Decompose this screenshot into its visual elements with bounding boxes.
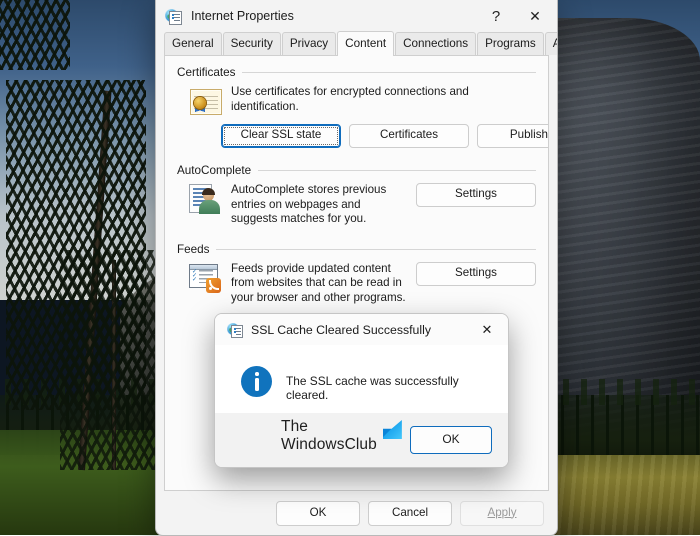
- clear-ssl-state-button[interactable]: Clear SSL state: [221, 124, 341, 148]
- tab-general[interactable]: General: [164, 32, 222, 55]
- dialog-close-icon[interactable]: ✕: [466, 314, 508, 345]
- feeds-group-body: ✓ ✓ ✓ Feeds provide updated content from w…: [177, 260, 536, 306]
- watermark-line1: The: [281, 418, 309, 435]
- ok-button[interactable]: OK: [276, 500, 360, 526]
- dialog-footer: The WindowsClub OK: [215, 413, 508, 467]
- tab-security[interactable]: Security: [222, 32, 281, 55]
- feeds-settings-button[interactable]: Settings: [416, 261, 536, 286]
- autocomplete-group-header: AutoComplete: [177, 164, 536, 177]
- certificates-group-title: Certificates: [177, 66, 236, 79]
- autocomplete-settings-button[interactable]: Settings: [416, 183, 536, 207]
- certificates-group-body: Use certificates for encrypted connectio…: [177, 83, 536, 117]
- information-icon: [241, 366, 272, 397]
- watermark-line2: WindowsClub: [281, 436, 377, 453]
- certificates-group-header: Certificates: [177, 66, 536, 79]
- group-divider: [216, 248, 536, 250]
- feeds-group-title: Feeds: [177, 242, 210, 256]
- ssl-cache-cleared-dialog: SSL Cache Cleared Successfully ✕ The SSL…: [214, 313, 509, 468]
- globe-document-icon: [165, 8, 182, 25]
- certificate-icon: [189, 85, 222, 117]
- certificates-button[interactable]: Certificates: [349, 124, 469, 148]
- windowsclub-logo-icon: [382, 420, 402, 439]
- close-icon[interactable]: ✕: [513, 0, 557, 32]
- cancel-button[interactable]: Cancel: [368, 500, 452, 526]
- tab-connections[interactable]: Connections: [395, 32, 477, 55]
- help-button[interactable]: ?: [479, 0, 513, 32]
- autocomplete-group-title: AutoComplete: [177, 164, 252, 177]
- publishers-button[interactable]: Publishers: [477, 124, 548, 148]
- dialog-title: SSL Cache Cleared Successfully: [251, 322, 431, 337]
- certificates-description: Use certificates for encrypted connectio…: [231, 85, 469, 113]
- globe-document-icon: [227, 322, 243, 338]
- autocomplete-group-body: AutoComplete stores previous entries on …: [177, 181, 536, 227]
- watermark-text: The WindowsClub: [281, 418, 377, 454]
- autocomplete-group: AutoComplete AutoComplete stores previou…: [177, 164, 536, 227]
- window-titlebar: Internet Properties ? ✕: [156, 0, 557, 32]
- feeds-group-header: Feeds: [177, 243, 536, 256]
- tab-advanced[interactable]: Advanced: [544, 32, 557, 55]
- group-divider: [258, 170, 536, 171]
- dialog-message: The SSL cache was successfully cleared.: [286, 374, 459, 402]
- dialog-ok-button[interactable]: OK: [410, 426, 492, 454]
- watermark: The WindowsClub: [281, 418, 402, 454]
- tab-content[interactable]: Content: [337, 31, 395, 56]
- apply-button: Apply: [460, 500, 544, 526]
- wallpaper-pine-canopy: [0, 0, 70, 70]
- tab-programs[interactable]: Programs: [477, 32, 544, 55]
- wallpaper-pine-canopy: [60, 250, 170, 470]
- autocomplete-person-icon: [189, 183, 221, 215]
- autocomplete-description: AutoComplete stores previous entries on …: [231, 183, 387, 225]
- certificates-button-row: Clear SSL state Certificates Publishers: [177, 124, 548, 148]
- feeds-description: Feeds provide updated content from websi…: [231, 261, 406, 304]
- feeds-rss-icon: ✓ ✓ ✓: [189, 262, 221, 294]
- certificates-group: Certificates Use certificates for encryp…: [177, 66, 548, 148]
- window-footer: OK Cancel Apply: [156, 491, 557, 535]
- dialog-titlebar: SSL Cache Cleared Successfully ✕: [215, 314, 508, 345]
- dialog-body: The SSL cache was successfully cleared.: [215, 345, 508, 413]
- tab-strip: General Security Privacy Content Connect…: [156, 31, 557, 56]
- window-title: Internet Properties: [191, 9, 294, 23]
- feeds-group: Feeds ✓ ✓ ✓ Feeds provide updated content …: [177, 243, 536, 306]
- tab-privacy[interactable]: Privacy: [281, 32, 337, 55]
- group-divider: [242, 72, 536, 73]
